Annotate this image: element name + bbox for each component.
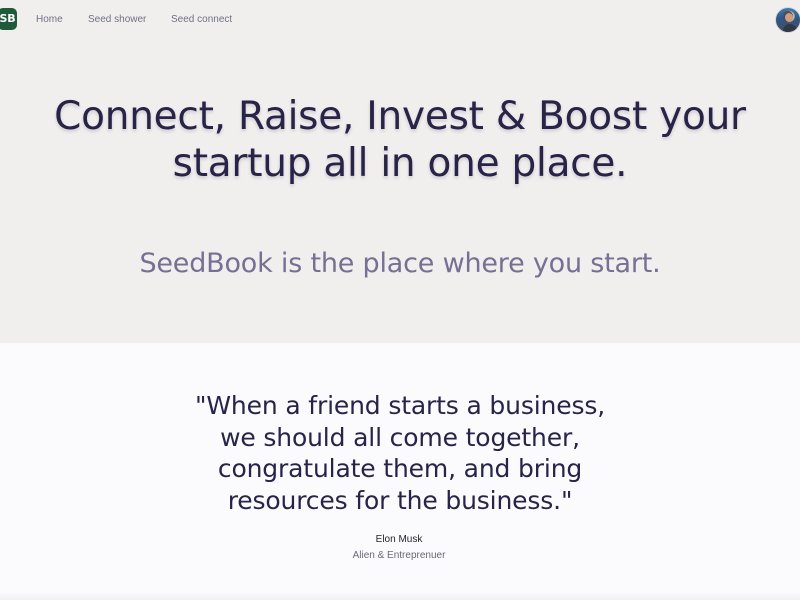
quote-text: "When a friend starts a business, we sho…: [0, 390, 800, 516]
hero-title-line-1: Connect, Raise, Invest & Boost your: [54, 94, 746, 139]
quote-line-2: we should all come together,: [220, 422, 580, 452]
hero-title: Connect, Raise, Invest & Boost your star…: [0, 93, 800, 187]
hero-title-line-2: startup all in one place.: [172, 141, 628, 186]
quote-line-1: "When a friend starts a business,: [195, 391, 605, 420]
quote-section: "When a friend starts a business, we sho…: [0, 343, 800, 600]
profile-avatar-icon[interactable]: [775, 7, 800, 33]
nav-seed-connect-link[interactable]: Seed connect: [171, 13, 232, 27]
quote-line-4: resources for the business.": [227, 485, 573, 515]
hero-subtitle: SeedBook is the place where you start.: [139, 248, 661, 279]
seedbook-page: SB Home Seed shower Seed connect Connect…: [0, 0, 800, 600]
quote-author-role: Alien & Entreprenuer: [352, 550, 446, 561]
nav-seed-shower-link[interactable]: Seed shower: [88, 13, 146, 27]
seedbook-logo[interactable]: SB: [0, 8, 17, 30]
nav-home-link[interactable]: Home: [36, 13, 63, 27]
quote-author-name: Elon Musk: [375, 534, 423, 545]
quote-line-3: congratulate them, and bring: [217, 454, 583, 483]
top-navigation: SB Home Seed shower Seed connect: [0, 0, 800, 40]
section-bottom-divider: [0, 592, 800, 600]
hero-section: SB Home Seed shower Seed connect Connect…: [0, 0, 800, 343]
